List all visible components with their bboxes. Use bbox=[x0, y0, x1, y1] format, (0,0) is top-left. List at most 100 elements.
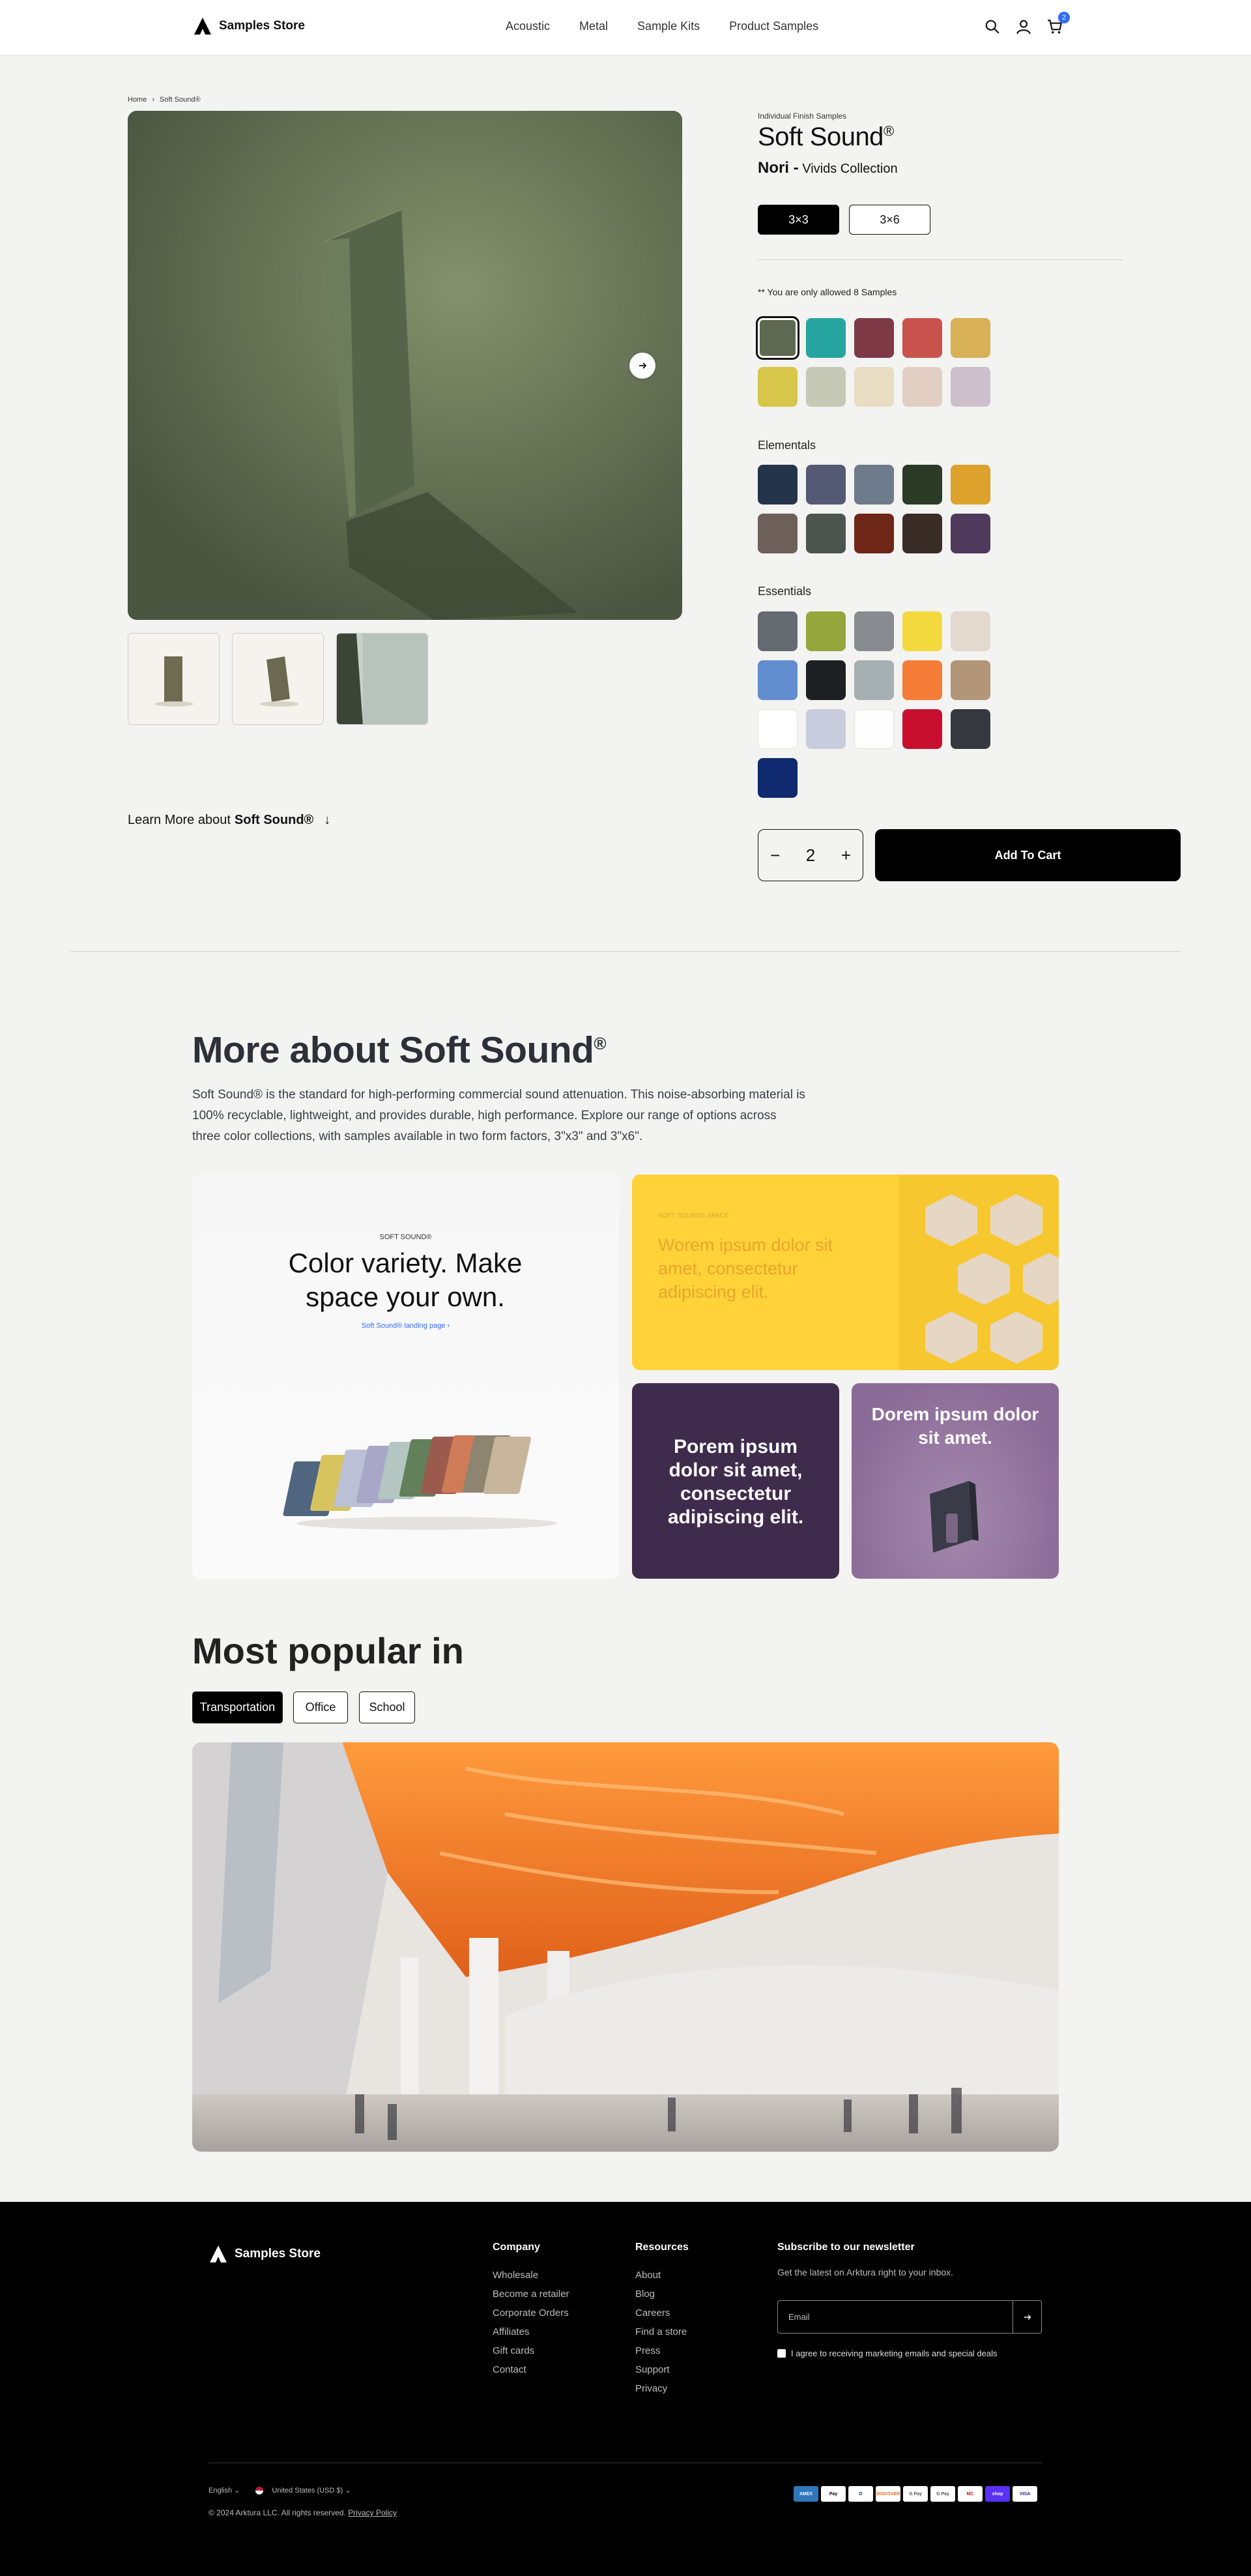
footer-logo[interactable]: Samples Store bbox=[208, 2244, 321, 2264]
breadcrumb-home[interactable]: Home bbox=[128, 96, 147, 104]
gallery-next-button[interactable] bbox=[629, 353, 655, 379]
gallery-thumbnail-3[interactable] bbox=[336, 633, 428, 725]
section-divider bbox=[70, 951, 1181, 952]
copyright-text: © 2024 Arktura LLC. All rights reserved. bbox=[208, 2508, 346, 2517]
search-icon[interactable] bbox=[984, 18, 1001, 35]
decrease-quantity-button[interactable]: − bbox=[770, 845, 780, 866]
color-swatch[interactable] bbox=[951, 367, 990, 407]
footer-link[interactable]: Find a store bbox=[635, 2326, 687, 2337]
registered-mark: ® bbox=[883, 123, 894, 139]
color-swatch[interactable] bbox=[854, 514, 894, 553]
account-icon[interactable] bbox=[1015, 18, 1032, 35]
language-selector[interactable]: English ⌄ bbox=[208, 2486, 240, 2495]
color-swatch[interactable] bbox=[854, 465, 894, 505]
color-swatch[interactable] bbox=[902, 660, 942, 700]
learn-more-product: Soft Sound® bbox=[234, 813, 314, 827]
footer-link[interactable]: Become a retailer bbox=[493, 2289, 569, 2300]
color-swatch[interactable] bbox=[756, 316, 799, 360]
sample-stack-illustration bbox=[283, 1435, 557, 1530]
transportation-hero-image bbox=[192, 1742, 1059, 2152]
color-swatch[interactable] bbox=[758, 709, 798, 749]
footer-link[interactable]: Contact bbox=[493, 2364, 526, 2375]
add-to-cart-button[interactable]: Add To Cart bbox=[875, 829, 1181, 881]
logo[interactable]: Samples Store bbox=[193, 16, 305, 36]
nav-item-product-samples[interactable]: Product Samples bbox=[729, 20, 818, 33]
consent-checkbox[interactable] bbox=[777, 2349, 786, 2358]
color-swatch[interactable] bbox=[951, 318, 990, 358]
cart-icon[interactable]: 2 bbox=[1046, 12, 1070, 35]
color-swatch[interactable] bbox=[806, 660, 846, 700]
gallery-thumbnail-2[interactable] bbox=[232, 633, 324, 725]
tab-school[interactable]: School bbox=[359, 1691, 415, 1723]
more-about-title: More about Soft Sound® bbox=[192, 1029, 607, 1072]
product-eyebrow: Individual Finish Samples bbox=[758, 111, 847, 121]
email-field[interactable]: Email bbox=[788, 2312, 810, 2322]
color-swatch[interactable] bbox=[806, 367, 846, 407]
footer-link[interactable]: Affiliates bbox=[493, 2326, 529, 2337]
locale-selectors: English ⌄ United States (USD $) ⌄ bbox=[208, 2486, 351, 2495]
color-swatch[interactable] bbox=[902, 367, 942, 407]
color-swatch[interactable] bbox=[902, 611, 942, 651]
footer-link[interactable]: Corporate Orders bbox=[493, 2307, 569, 2319]
color-swatch[interactable] bbox=[758, 758, 798, 798]
color-swatch[interactable] bbox=[951, 611, 990, 651]
payment-method-icon: shop bbox=[985, 2486, 1010, 2502]
resources-heading: Resources bbox=[635, 2242, 689, 2253]
gallery-thumbnail-1[interactable] bbox=[128, 633, 220, 725]
card-title: Dorem ipsum dolor sit amet. bbox=[871, 1404, 1039, 1448]
color-swatch[interactable] bbox=[854, 318, 894, 358]
logo-mark-icon bbox=[194, 18, 211, 35]
currency-value: United States (USD $) bbox=[272, 2487, 343, 2495]
color-swatch[interactable] bbox=[806, 514, 846, 553]
color-swatch[interactable] bbox=[951, 660, 990, 700]
color-swatch[interactable] bbox=[806, 465, 846, 505]
color-swatch[interactable] bbox=[902, 318, 942, 358]
color-swatch[interactable] bbox=[854, 660, 894, 700]
feature-card-yellow: SOFT SOUND® SPACE Worem ipsum dolor sit … bbox=[632, 1175, 1059, 1370]
size-option-3x3[interactable]: 3×3 bbox=[758, 205, 839, 235]
color-swatch[interactable] bbox=[758, 367, 798, 407]
color-swatch[interactable] bbox=[806, 318, 846, 358]
color-swatch[interactable] bbox=[902, 514, 942, 553]
footer-link[interactable]: Blog bbox=[635, 2289, 655, 2300]
color-swatch[interactable] bbox=[806, 611, 846, 651]
footer-link[interactable]: Careers bbox=[635, 2307, 670, 2319]
product-color-line: Nori - Vivids Collection bbox=[758, 159, 898, 177]
color-swatch[interactable] bbox=[902, 709, 942, 749]
color-swatch[interactable] bbox=[854, 611, 894, 651]
color-swatch[interactable] bbox=[806, 709, 846, 749]
more-about-title-text: More about Soft Sound bbox=[192, 1029, 594, 1071]
landing-page-link[interactable]: Soft Sound® landing page › bbox=[192, 1322, 619, 1330]
footer-link[interactable]: Press bbox=[635, 2345, 660, 2356]
quantity-value[interactable]: 2 bbox=[806, 845, 815, 866]
tab-transportation[interactable]: Transportation bbox=[192, 1691, 283, 1723]
privacy-policy-link[interactable]: Privacy Policy bbox=[348, 2508, 397, 2517]
landing-page-link-text: Soft Sound® landing page bbox=[361, 1322, 446, 1330]
nav-item-sample-kits[interactable]: Sample Kits bbox=[637, 20, 700, 33]
color-swatch[interactable] bbox=[951, 514, 990, 553]
payment-method-icon: Pay bbox=[821, 2486, 846, 2502]
color-swatch[interactable] bbox=[854, 709, 894, 749]
increase-quantity-button[interactable]: + bbox=[841, 845, 851, 866]
footer-link[interactable]: Gift cards bbox=[493, 2345, 534, 2356]
color-swatch[interactable] bbox=[758, 660, 798, 700]
color-swatch[interactable] bbox=[902, 465, 942, 505]
learn-more-link[interactable]: Learn More about Soft Sound® ↓ bbox=[128, 813, 330, 828]
color-swatch[interactable] bbox=[758, 465, 798, 505]
tab-office[interactable]: Office bbox=[293, 1691, 348, 1723]
breadcrumb-current: Soft Sound® bbox=[160, 96, 201, 104]
nav-item-metal[interactable]: Metal bbox=[579, 20, 608, 33]
color-swatch[interactable] bbox=[951, 709, 990, 749]
footer-link[interactable]: Privacy bbox=[635, 2383, 667, 2394]
color-swatch[interactable] bbox=[758, 611, 798, 651]
footer-link[interactable]: Support bbox=[635, 2364, 670, 2375]
color-swatch[interactable] bbox=[758, 514, 798, 553]
color-swatch[interactable] bbox=[854, 367, 894, 407]
nav-item-acoustic[interactable]: Acoustic bbox=[506, 20, 550, 33]
currency-selector[interactable]: United States (USD $) ⌄ bbox=[255, 2486, 351, 2495]
footer-link[interactable]: Wholesale bbox=[493, 2270, 538, 2281]
footer-link[interactable]: About bbox=[635, 2270, 661, 2281]
size-option-3x6[interactable]: 3×6 bbox=[849, 205, 930, 235]
subscribe-button[interactable] bbox=[1013, 2301, 1041, 2333]
color-swatch[interactable] bbox=[951, 465, 990, 505]
